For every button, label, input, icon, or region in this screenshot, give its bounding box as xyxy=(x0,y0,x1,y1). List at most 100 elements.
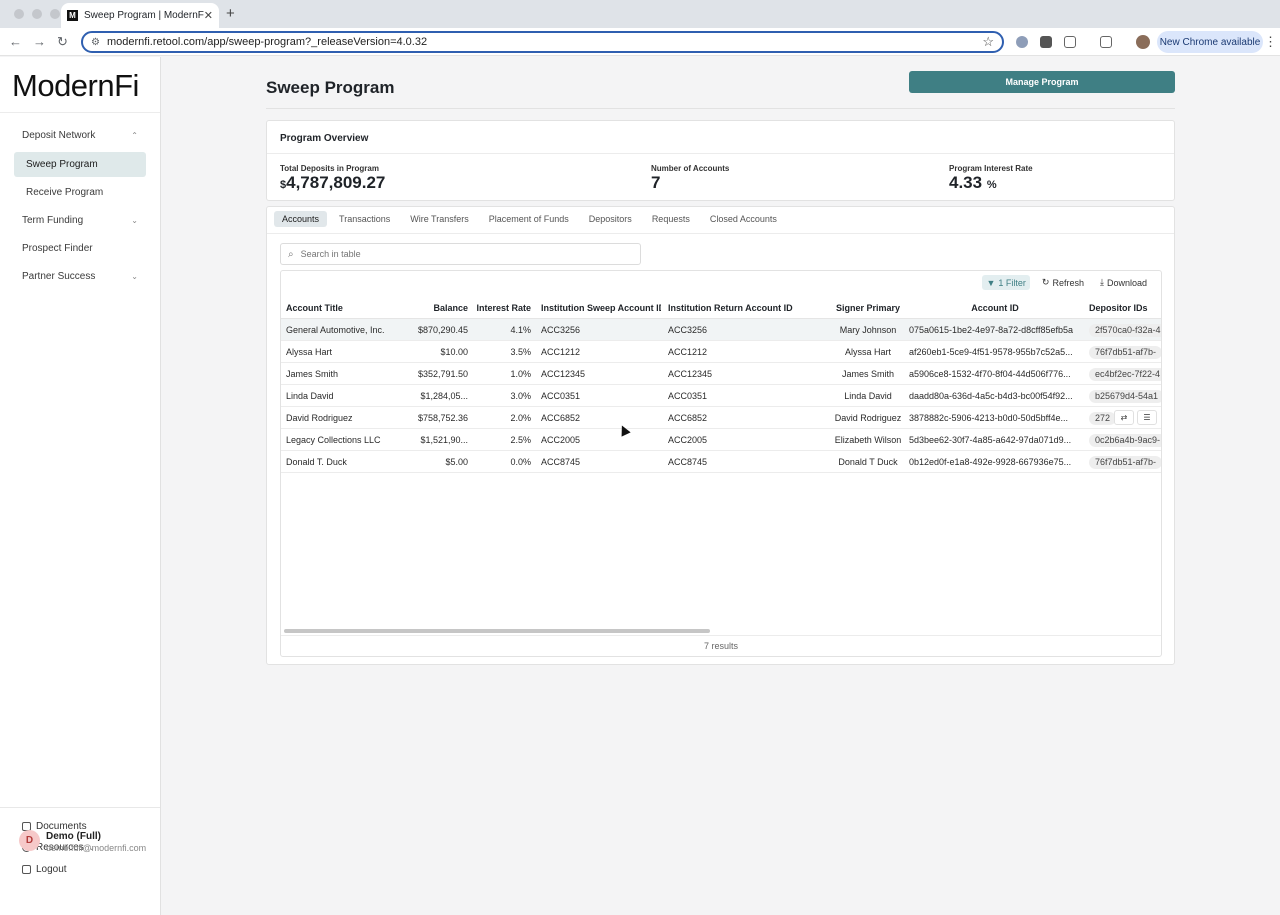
table-cell: ACC8745 xyxy=(541,457,581,467)
expand-icon[interactable]: ⇄ xyxy=(1114,410,1134,425)
table-cell: 3878882c-5906-4213-b0d0-50d5bff4e... xyxy=(909,413,1068,423)
table-row[interactable]: David Rodriguez $758,752.36 2.0% ACC6852… xyxy=(281,407,1161,429)
table-cell: $10.00 xyxy=(440,347,468,357)
table-row[interactable]: Donald T. Duck $5.00 0.0% ACC8745 ACC874… xyxy=(281,451,1161,473)
close-icon[interactable]: ✕ xyxy=(204,9,213,22)
table-cell: 76f7db51-af7b- xyxy=(1089,451,1161,473)
user-name: Demo (Full) xyxy=(46,831,101,842)
list-icon[interactable]: ☰ xyxy=(1137,410,1157,425)
table-cell: b25679d4-54a1 xyxy=(1089,385,1161,407)
table-cell: 76f7db51-af7b- xyxy=(1089,341,1161,363)
column-header[interactable]: Account ID xyxy=(909,297,1081,319)
table-cell: 3.5% xyxy=(510,347,531,357)
column-header[interactable]: Account Title xyxy=(286,297,396,319)
tab-closed-accounts[interactable]: Closed Accounts xyxy=(702,211,785,227)
logout-link[interactable]: Logout xyxy=(22,864,67,875)
profile-avatar[interactable] xyxy=(1136,35,1150,49)
download-button[interactable]: ⤓ Download xyxy=(1096,275,1151,290)
search-field[interactable]: ⌕ xyxy=(280,243,641,265)
divider xyxy=(267,153,1174,154)
sidebar-item-sweep-program[interactable]: Sweep Program xyxy=(14,152,146,177)
table-cell: 3.0% xyxy=(510,391,531,401)
chevron-down-icon: ⌄ xyxy=(131,216,138,225)
new-tab-icon[interactable]: + xyxy=(226,5,235,22)
table-cell: ACC3256 xyxy=(668,325,708,335)
extensions-puzzle-icon[interactable] xyxy=(1064,36,1076,48)
refresh-icon: ↻ xyxy=(1041,277,1050,287)
table-cell: $1,521,90... xyxy=(420,435,468,445)
browser-toolbar: ← → ↻ ⚙ modernfi.retool.com/app/sweep-pr… xyxy=(0,28,1280,56)
table-row[interactable]: General Automotive, Inc. $870,290.45 4.1… xyxy=(281,319,1161,341)
table-cell: ACC12345 xyxy=(541,369,586,379)
column-header[interactable]: Depositor IDs xyxy=(1089,297,1161,319)
table-cell: $5.00 xyxy=(445,457,468,467)
search-input[interactable] xyxy=(300,249,621,259)
table-cell: $758,752.36 xyxy=(417,413,468,423)
forward-icon[interactable]: → xyxy=(33,34,46,49)
column-header[interactable]: Institution Return Account ID xyxy=(668,297,798,319)
divider xyxy=(0,807,160,808)
interest-rate-label: Program Interest Rate xyxy=(949,164,1033,173)
sidebar-item-deposit-network[interactable]: Deposit Network ⌃ xyxy=(14,123,146,148)
depositor-id-pill: 76f7db51-af7b- xyxy=(1089,456,1161,469)
address-bar[interactable]: ⚙ modernfi.retool.com/app/sweep-program?… xyxy=(81,31,1004,53)
tab-depositors[interactable]: Depositors xyxy=(581,211,640,227)
browser-tab[interactable]: M Sweep Program | ModernFi ✕ xyxy=(61,3,219,28)
logout-icon xyxy=(22,865,31,874)
accounts-table: ▼ 1 Filter ↻ Refresh ⤓ Download Account Tit… xyxy=(280,270,1162,657)
tab-wire-transfers[interactable]: Wire Transfers xyxy=(402,211,477,227)
depositor-id-pill: 2f570ca0-f32a-4 xyxy=(1089,324,1161,337)
column-header[interactable]: Interest Rate xyxy=(471,297,531,319)
table-row[interactable]: Linda David $1,284,05... 3.0% ACC0351 AC… xyxy=(281,385,1161,407)
manage-program-button[interactable]: Manage Program xyxy=(909,71,1175,93)
user-email: demo.full@modernfi.com xyxy=(46,843,147,853)
table-cell: Legacy Collections LLC xyxy=(286,435,381,445)
tab-requests[interactable]: Requests xyxy=(644,211,698,227)
filter-button[interactable]: ▼ 1 Filter xyxy=(982,275,1030,290)
sidebar-item-label: Receive Program xyxy=(26,187,104,198)
bookmark-star-icon[interactable]: ☆ xyxy=(982,34,994,50)
tab-placement-of-funds[interactable]: Placement of Funds xyxy=(481,211,577,227)
site-info-icon[interactable]: ⚙ xyxy=(91,37,100,48)
total-deposits-label: Total Deposits in Program xyxy=(280,164,379,173)
depositor-id-pill: 0c2b6a4b-9ac9- xyxy=(1089,434,1161,447)
window-controls[interactable] xyxy=(14,9,60,19)
sidebar-item-partner-success[interactable]: Partner Success ⌄ xyxy=(14,264,146,289)
extension-icon[interactable] xyxy=(1016,36,1028,48)
column-header[interactable]: Institution Sweep Account ID xyxy=(541,297,661,319)
extension-icon[interactable] xyxy=(1040,36,1052,48)
sidebar-item-receive-program[interactable]: Receive Program xyxy=(14,180,146,205)
refresh-button[interactable]: ↻ Refresh xyxy=(1038,275,1088,290)
depositor-id-pill: 76f7db51-af7b- xyxy=(1089,346,1161,359)
column-header[interactable]: Balance xyxy=(396,297,468,319)
divider xyxy=(267,233,1174,234)
tab-transactions[interactable]: Transactions xyxy=(331,211,398,227)
table-cell: ACC6852 xyxy=(668,413,708,423)
table-cell: ACC1212 xyxy=(668,347,708,357)
table-cell: ACC0351 xyxy=(541,391,581,401)
sidebar-item-prospect-finder[interactable]: Prospect Finder xyxy=(14,236,146,261)
table-cell: 0c2b6a4b-9ac9- xyxy=(1089,429,1161,451)
table-cell: ACC6852 xyxy=(541,413,581,423)
chevron-down-icon: ⌄ xyxy=(131,272,138,281)
interest-rate-value: 4.33 % xyxy=(949,173,997,192)
table-cell: 4.1% xyxy=(510,325,531,335)
horizontal-scrollbar[interactable] xyxy=(284,629,710,633)
more-menu-icon[interactable]: ⋮ xyxy=(1264,34,1277,50)
sidebar-item-term-funding[interactable]: Term Funding ⌄ xyxy=(14,208,146,233)
tab-accounts[interactable]: Accounts xyxy=(274,211,328,227)
side-panel-icon[interactable] xyxy=(1100,36,1112,48)
back-icon[interactable]: ← xyxy=(9,34,22,49)
table-cell: $1,284,05... xyxy=(420,391,468,401)
table-cell: af260eb1-5ce9-4f51-9578-955b7c52a5... xyxy=(909,347,1073,357)
table-cell: ACC12345 xyxy=(668,369,713,379)
browser-tab-strip: M Sweep Program | ModernFi ✕ + xyxy=(0,0,1280,28)
reload-icon[interactable]: ↻ xyxy=(57,34,68,50)
table-row[interactable]: James Smith $352,791.50 1.0% ACC12345 AC… xyxy=(281,363,1161,385)
table-row[interactable]: Alyssa Hart $10.00 3.5% ACC1212 ACC1212 … xyxy=(281,341,1161,363)
tab-title: Sweep Program | ModernFi xyxy=(84,10,204,21)
table-row[interactable]: Legacy Collections LLC $1,521,90... 2.5%… xyxy=(281,429,1161,451)
search-icon: ⌕ xyxy=(288,248,294,260)
avatar[interactable]: D xyxy=(19,830,40,851)
new-chrome-available-button[interactable]: New Chrome available xyxy=(1157,31,1263,53)
